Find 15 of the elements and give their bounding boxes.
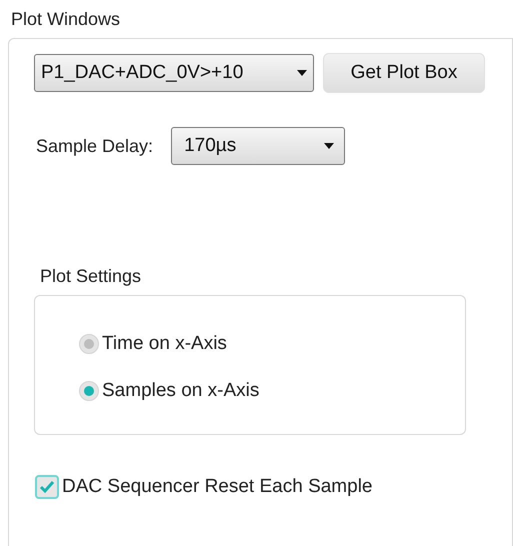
radio-label: Time on x-Axis (102, 332, 227, 356)
sample-delay-dropdown[interactable]: 170µs (171, 127, 346, 165)
checkbox[interactable] (35, 475, 59, 500)
caret-icon (297, 70, 307, 76)
caret-icon (324, 143, 334, 149)
checkbox-label: DAC Sequencer Reset Each Sample (62, 475, 372, 499)
plot-settings-title: Plot Settings (39, 265, 142, 287)
radio-button[interactable] (79, 334, 99, 354)
check-icon (39, 480, 55, 494)
plot-window-dropdown[interactable]: P1_DAC+ADC_0V>+10 (34, 54, 314, 92)
get-plot-box-button[interactable]: Get Plot Box (323, 53, 485, 93)
radio-button[interactable] (79, 380, 99, 401)
sample-delay-label: Sample Delay: (35, 134, 154, 158)
section-title: Plot Windows (10, 8, 122, 31)
radio-label: Samples on x-Axis (102, 378, 260, 402)
